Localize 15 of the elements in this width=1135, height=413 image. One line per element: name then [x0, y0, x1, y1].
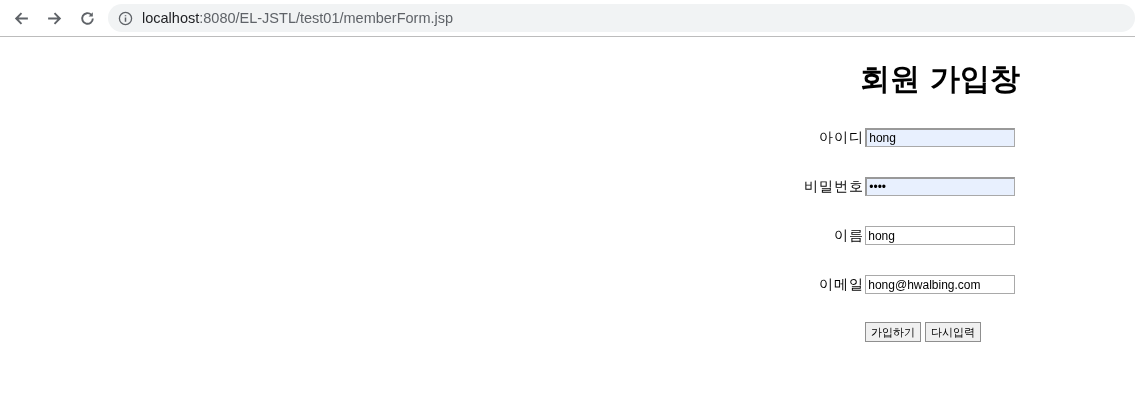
field-label: 이메일: [818, 275, 866, 294]
field-label: 비밀번호: [804, 177, 866, 196]
field-label: 이름: [833, 226, 866, 245]
url-text: localhost:8080/EL-JSTL/test01/memberForm.jsp: [142, 10, 454, 26]
input-field[interactable]: hong@hwalbing.com: [865, 275, 1016, 294]
address-bar[interactable]: localhost:8080/EL-JSTL/test01/memberForm.jsp: [108, 4, 1135, 32]
input-field[interactable]: hong: [865, 128, 1016, 147]
info-icon[interactable]: [118, 10, 133, 26]
form-title: 회원 가입창: [859, 60, 1020, 98]
input-field[interactable]: ••••: [865, 177, 1016, 196]
form-button[interactable]: 다시입력: [925, 322, 982, 342]
reload-icon[interactable]: [79, 9, 96, 27]
field-label: 아이디: [818, 128, 866, 147]
input-field[interactable]: hong: [865, 226, 1016, 245]
form-button[interactable]: 가입하기: [865, 322, 922, 342]
